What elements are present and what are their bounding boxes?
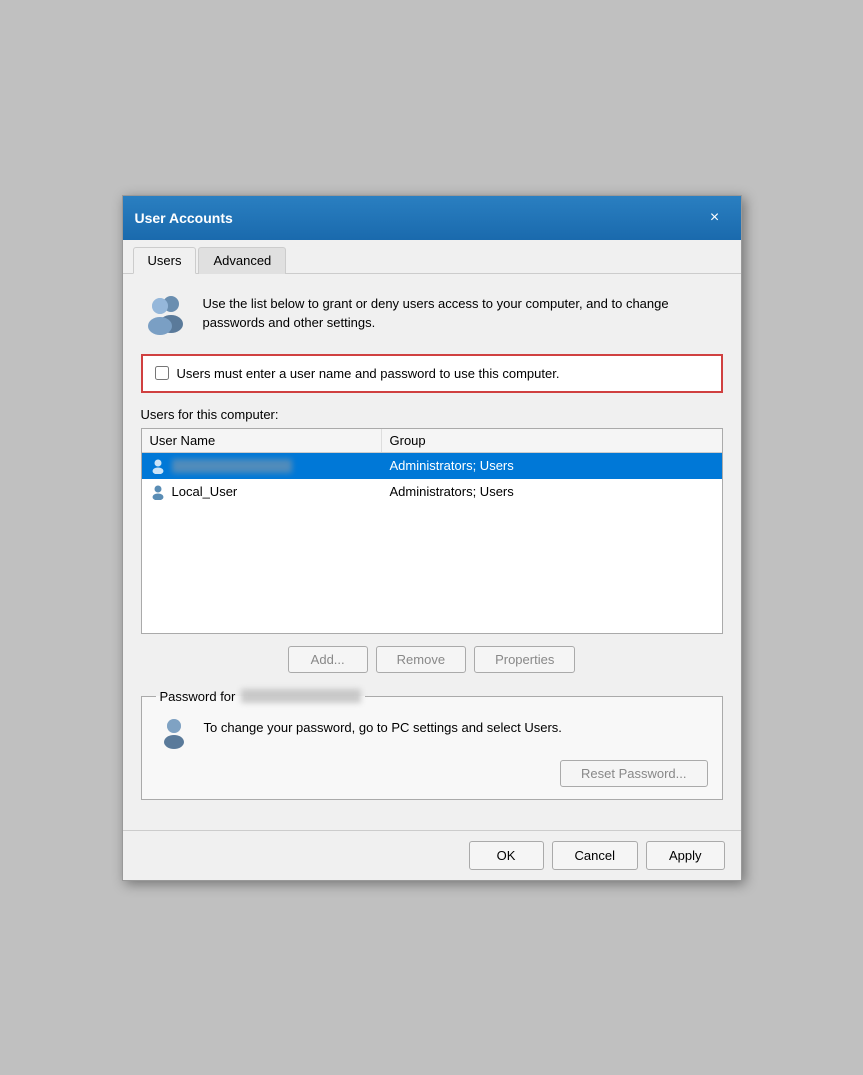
- require-password-row: Users must enter a user name and passwor…: [141, 354, 723, 393]
- user-row-icon: [150, 458, 166, 474]
- description-text: Use the list below to grant or deny user…: [203, 290, 723, 333]
- ok-button[interactable]: OK: [469, 841, 544, 870]
- password-username-blurred: [241, 689, 361, 703]
- title-bar-title: User Accounts: [135, 210, 233, 226]
- tab-bar: Users Advanced: [123, 240, 741, 274]
- close-button[interactable]: ×: [701, 204, 729, 232]
- users-icon: [141, 290, 189, 338]
- user-name-cell: Local_User: [142, 479, 382, 505]
- dialog-footer: OK Cancel Apply: [123, 830, 741, 880]
- password-legend-prefix: Password for: [160, 689, 236, 704]
- user-accounts-dialog: User Accounts × Users Advanced: [122, 195, 742, 881]
- blurred-username: [172, 459, 292, 473]
- description-row: Use the list below to grant or deny user…: [141, 290, 723, 338]
- user-row-icon: [150, 484, 166, 500]
- col-group: Group: [382, 429, 722, 452]
- apply-button[interactable]: Apply: [646, 841, 725, 870]
- title-bar: User Accounts ×: [123, 196, 741, 240]
- table-body: Administrators; Users Local_User Adminis…: [142, 453, 722, 633]
- password-content: To change your password, go to PC settin…: [156, 714, 708, 750]
- user-group-cell: Administrators; Users: [382, 453, 722, 478]
- reset-password-row: Reset Password...: [156, 760, 708, 787]
- table-row[interactable]: Administrators; Users: [142, 453, 722, 479]
- col-username: User Name: [142, 429, 382, 452]
- table-row[interactable]: Local_User Administrators; Users: [142, 479, 722, 505]
- users-section-label: Users for this computer:: [141, 407, 723, 422]
- require-password-label[interactable]: Users must enter a user name and passwor…: [177, 366, 560, 381]
- tab-advanced[interactable]: Advanced: [198, 247, 286, 274]
- user-group-cell: Administrators; Users: [382, 479, 722, 504]
- password-description: To change your password, go to PC settin…: [204, 714, 562, 738]
- tab-users[interactable]: Users: [133, 247, 197, 274]
- user-name-cell: [142, 453, 382, 479]
- password-section: Password for To change your password, go…: [141, 689, 723, 800]
- add-button[interactable]: Add...: [288, 646, 368, 673]
- remove-button[interactable]: Remove: [376, 646, 466, 673]
- main-content: Use the list below to grant or deny user…: [123, 274, 741, 830]
- password-legend: Password for: [156, 689, 366, 704]
- password-user-icon: [156, 714, 192, 750]
- dialog-title: User Accounts: [135, 210, 233, 226]
- user-table: User Name Group Administrators; Users: [141, 428, 723, 634]
- cancel-button[interactable]: Cancel: [552, 841, 638, 870]
- require-password-checkbox[interactable]: [155, 366, 169, 380]
- username-local: Local_User: [172, 484, 238, 499]
- properties-button[interactable]: Properties: [474, 646, 575, 673]
- table-header: User Name Group: [142, 429, 722, 453]
- action-buttons: Add... Remove Properties: [141, 646, 723, 673]
- reset-password-button[interactable]: Reset Password...: [560, 760, 708, 787]
